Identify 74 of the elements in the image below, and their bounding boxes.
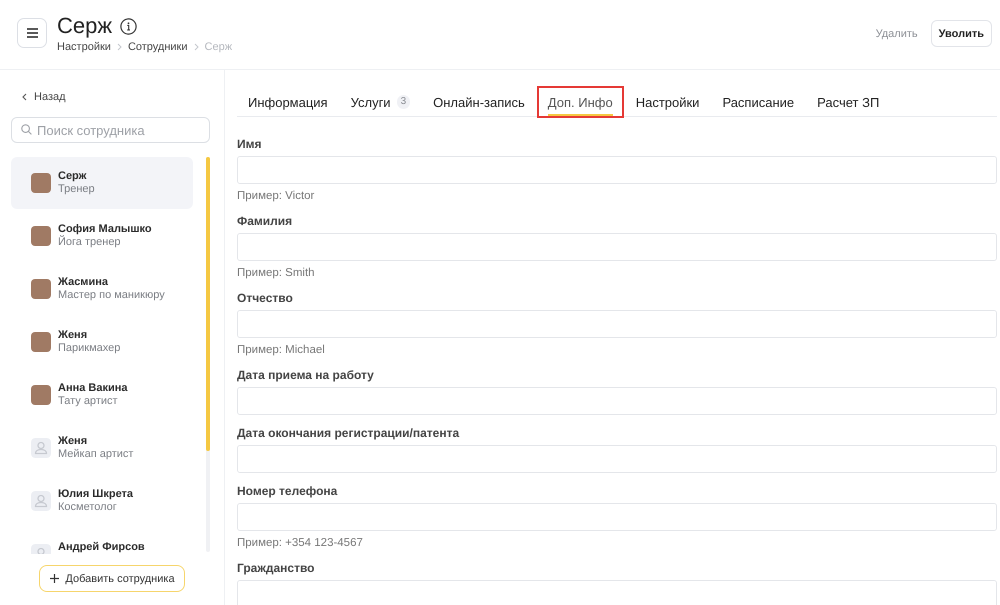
add-employee-button[interactable]: Добавить сотрудника (39, 565, 185, 592)
employee-name: Женя (58, 329, 88, 342)
text-field[interactable] (237, 387, 997, 415)
employee-role: Йога тренер (58, 236, 122, 249)
field-hint: Пример: Smith (237, 266, 316, 280)
field-label: Имя (237, 137, 263, 151)
field-label: Номер телефона (237, 484, 338, 498)
breadcrumb-link[interactable]: Сотрудники (128, 40, 188, 54)
menu-icon (26, 28, 38, 38)
breadcrumb-link[interactable]: Настройки (57, 40, 111, 54)
tab[interactable]: Информация (237, 86, 339, 118)
back-link[interactable]: Назад (22, 90, 66, 104)
avatar-photo-placeholder (31, 173, 51, 193)
employee-name: Юлия Шкрета (58, 488, 134, 501)
field-label: Дата окончания регистрации/патента (237, 426, 460, 440)
field-label: Гражданство (237, 561, 316, 575)
avatar-photo-placeholder (31, 332, 51, 352)
employee-role: Мастер по маникюру (58, 289, 165, 302)
tab[interactable]: Доп. Инфо (536, 86, 624, 118)
search-field[interactable]: Поиск сотрудника (11, 117, 210, 143)
field-label: Дата приема на работу (237, 368, 375, 382)
employee-role: Тренер (58, 183, 95, 196)
tab[interactable]: Расчет ЗП (806, 86, 890, 118)
employee-item[interactable]: Серж Тренер (11, 157, 193, 209)
outlined-button[interactable]: Уволить (930, 20, 992, 47)
employee-role: Мейкап артист (58, 448, 134, 461)
breadcrumb-current: Серж (204, 40, 232, 54)
text-field[interactable] (237, 503, 997, 531)
field-label: Отчество (237, 291, 294, 305)
count-badge: 3 (396, 95, 410, 109)
employee-item[interactable]: Жасмина Мастер по маникюру (11, 263, 193, 315)
text-field[interactable] (237, 310, 997, 338)
page-title: Серж (57, 13, 112, 39)
employee-name: Андрей Фирсов (58, 541, 145, 554)
employee-item[interactable]: Женя Парикмахер (11, 316, 193, 368)
chevron-left-icon (22, 93, 27, 101)
avatar-photo-placeholder (31, 385, 51, 405)
chevron-right-icon (116, 43, 122, 51)
employee-item[interactable]: София Малышко Йога тренер (11, 210, 193, 262)
search-icon (21, 124, 32, 135)
field-label: Фамилия (237, 214, 294, 228)
menu-button[interactable] (17, 18, 47, 48)
employee-name: София Малышко (58, 223, 152, 235)
field-hint: Пример: +354 123-4567 (237, 536, 364, 550)
field-hint: Пример: Michael (237, 343, 326, 357)
employee-item[interactable]: Юлия Шкрета Косметолог (11, 475, 193, 527)
tab[interactable]: Услуги 3 (340, 86, 422, 118)
avatar-photo-placeholder (31, 279, 51, 299)
tab[interactable]: Расписание (711, 86, 806, 118)
text-field[interactable] (237, 156, 997, 184)
employee-item[interactable]: Анна Вакина Тату артист (11, 369, 193, 421)
tab[interactable]: Онлайн-запись (422, 86, 536, 118)
employee-name: Анна Вакина (58, 382, 128, 395)
employee-role: Тату артист (58, 395, 119, 408)
user-icon (31, 438, 51, 458)
plus-icon (50, 574, 60, 583)
info-icon[interactable] (120, 18, 138, 34)
employee-name: Серж (58, 170, 88, 183)
avatar-photo-placeholder (31, 226, 51, 246)
field-hint: Пример: Victor (237, 189, 316, 203)
employee-item[interactable]: Андрей Фирсов (11, 528, 193, 554)
chevron-right-icon (194, 43, 199, 51)
scrollbar-thumb[interactable] (206, 157, 210, 451)
text-field[interactable] (237, 233, 997, 261)
employee-name: Женя (58, 435, 88, 448)
employee-role: Парикмахер (58, 342, 120, 355)
employee-name: Жасмина (58, 276, 109, 289)
text-field[interactable] (237, 445, 997, 473)
tab[interactable]: Настройки (624, 86, 710, 118)
text-field[interactable] (237, 580, 997, 605)
user-icon (31, 491, 51, 511)
employee-role: Косметолог (58, 501, 118, 514)
scrollbar[interactable] (206, 157, 210, 552)
employee-item[interactable]: Женя Мейкап артист (11, 422, 193, 474)
